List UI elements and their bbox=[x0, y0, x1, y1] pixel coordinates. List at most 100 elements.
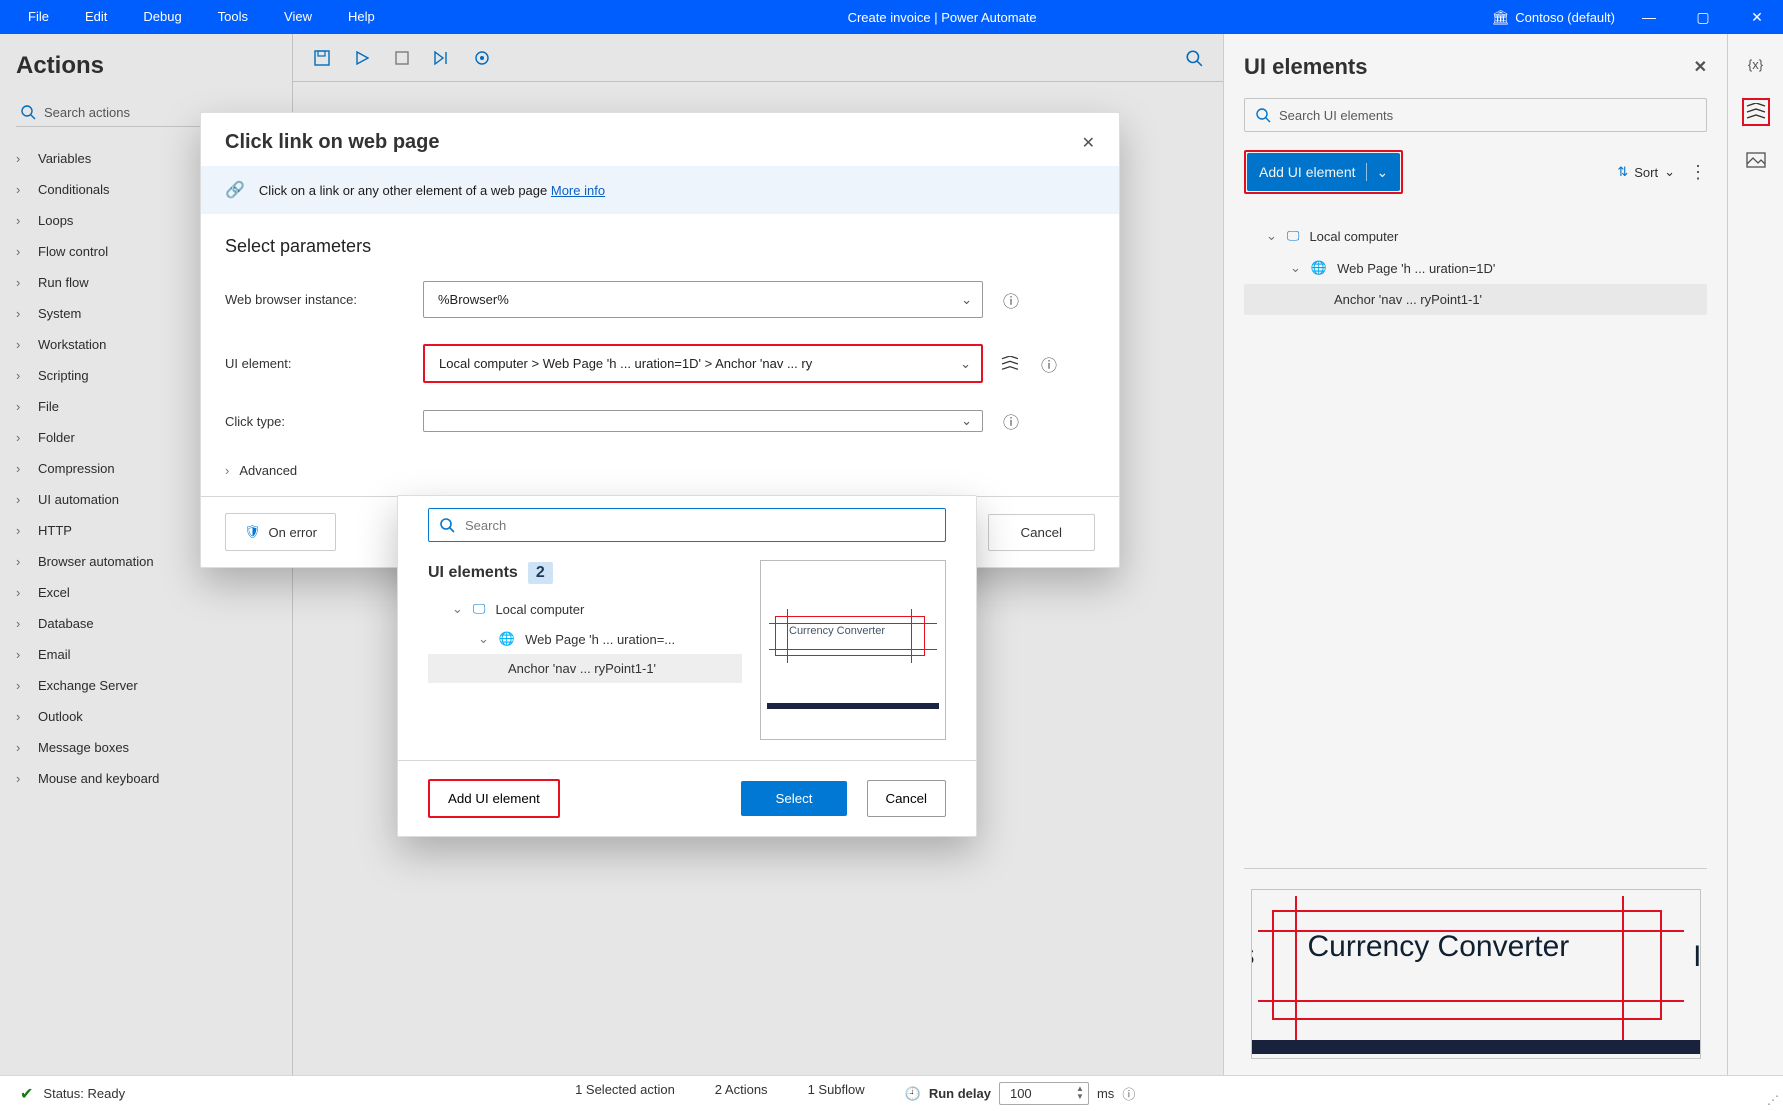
cat-exchange[interactable]: ›Exchange Server bbox=[16, 670, 276, 701]
chevron-right-icon: › bbox=[16, 585, 30, 600]
status-actions: 2 Actions bbox=[715, 1082, 768, 1105]
clock-icon: 🕘 bbox=[905, 1086, 921, 1102]
shield-icon: 🛡 bbox=[244, 524, 261, 540]
status-subflows: 1 Subflow bbox=[808, 1082, 865, 1105]
cat-database[interactable]: ›Database bbox=[16, 608, 276, 639]
ui-elements-tree: ⌄ 🖵 Local computer ⌄ 🌐 Web Page 'h ... u… bbox=[1244, 220, 1707, 315]
record-button[interactable] bbox=[471, 47, 493, 69]
chevron-down-icon: ⌄ bbox=[1290, 260, 1301, 276]
search-icon bbox=[20, 104, 36, 120]
globe-icon: 🌐 bbox=[499, 631, 515, 647]
chevron-right-icon: › bbox=[16, 213, 30, 228]
chevron-right-icon: › bbox=[16, 275, 30, 290]
chevron-right-icon: › bbox=[16, 771, 30, 786]
picker-select-button[interactable]: Select bbox=[741, 781, 846, 816]
info-icon[interactable]: ⓘ bbox=[1039, 352, 1059, 376]
highlight-add-ui-element: Add UI element ⌄ bbox=[1244, 150, 1403, 194]
on-error-button[interactable]: 🛡 On error bbox=[225, 513, 336, 551]
resize-grip-icon[interactable]: ⋰ bbox=[1767, 1093, 1779, 1107]
picker-preview-text: Currency Converter bbox=[789, 625, 885, 637]
cat-mousekb[interactable]: ›Mouse and keyboard bbox=[16, 763, 276, 794]
window-maximize[interactable]: ▢ bbox=[1683, 0, 1723, 34]
actions-search-placeholder: Search actions bbox=[44, 105, 130, 120]
picker-search-placeholder: Search bbox=[465, 518, 506, 533]
more-info-link[interactable]: More info bbox=[551, 183, 605, 198]
designer-toolbar bbox=[293, 34, 1223, 82]
chevron-right-icon: › bbox=[16, 461, 30, 476]
flow-search-button[interactable] bbox=[1183, 47, 1205, 69]
cat-excel[interactable]: ›Excel bbox=[16, 577, 276, 608]
chevron-right-icon: › bbox=[16, 492, 30, 507]
images-tab-icon[interactable] bbox=[1742, 146, 1770, 174]
cat-messageboxes[interactable]: ›Message boxes bbox=[16, 732, 276, 763]
picker-search[interactable]: Search bbox=[428, 508, 946, 542]
browser-instance-select[interactable]: %Browser% ⌄ bbox=[423, 281, 983, 318]
picker-count-badge: 2 bbox=[528, 562, 553, 584]
sort-icon: ⇅ bbox=[1617, 164, 1628, 180]
building-icon: 🏛 bbox=[1491, 9, 1509, 25]
spinner-arrows-icon[interactable]: ▲▼ bbox=[1076, 1085, 1084, 1101]
more-menu[interactable]: ⋮ bbox=[1689, 162, 1707, 183]
dialog-close-button[interactable]: ✕ bbox=[1082, 133, 1095, 153]
param-uielement-label: UI element: bbox=[225, 356, 405, 371]
chevron-down-icon: ⌄ bbox=[1266, 228, 1277, 244]
picker-tree-local[interactable]: ⌄ 🖵 Local computer bbox=[428, 594, 742, 624]
window-close[interactable]: ✕ bbox=[1737, 0, 1777, 34]
run-delay-unit: ms bbox=[1097, 1086, 1114, 1101]
menu-view[interactable]: View bbox=[266, 0, 330, 34]
param-browser-row: Web browser instance: %Browser% ⌄ ⓘ bbox=[225, 281, 1095, 318]
layers-icon[interactable] bbox=[1001, 356, 1021, 372]
dialog-info-banner: 🔗 Click on a link or any other element o… bbox=[201, 166, 1119, 214]
tree-row-page[interactable]: ⌄ 🌐 Web Page 'h ... uration=1D' bbox=[1244, 252, 1707, 284]
chevron-down-icon: ⌄ bbox=[961, 292, 972, 308]
sort-button[interactable]: ⇅ Sort ⌄ bbox=[1617, 164, 1675, 180]
status-text: Status: Ready bbox=[43, 1086, 125, 1101]
chevron-down-icon: ⌄ bbox=[1377, 164, 1389, 181]
stop-button[interactable] bbox=[391, 47, 413, 69]
menu-file[interactable]: File bbox=[10, 0, 67, 34]
run-next-button[interactable] bbox=[431, 47, 453, 69]
picker-tree-page[interactable]: ⌄ 🌐 Web Page 'h ... uration=... bbox=[428, 624, 742, 654]
menu-tools[interactable]: Tools bbox=[200, 0, 266, 34]
info-icon[interactable]: ⓘ bbox=[1001, 288, 1021, 312]
advanced-toggle[interactable]: › Advanced bbox=[225, 459, 1095, 496]
run-delay-input[interactable]: 100 ▲▼ bbox=[999, 1082, 1089, 1105]
run-button[interactable] bbox=[351, 47, 373, 69]
status-selected: 1 Selected action bbox=[575, 1082, 675, 1105]
menu-edit[interactable]: Edit bbox=[67, 0, 125, 34]
right-toolbar: {x} bbox=[1727, 34, 1783, 1075]
add-ui-element-button[interactable]: Add UI element ⌄ bbox=[1247, 153, 1400, 191]
cat-email[interactable]: ›Email bbox=[16, 639, 276, 670]
dialog-cancel-button[interactable]: Cancel bbox=[988, 514, 1096, 551]
chevron-right-icon: › bbox=[16, 430, 30, 445]
chevron-right-icon: › bbox=[225, 463, 229, 478]
menu-debug[interactable]: Debug bbox=[125, 0, 199, 34]
menu-help[interactable]: Help bbox=[330, 0, 393, 34]
cat-outlook[interactable]: ›Outlook bbox=[16, 701, 276, 732]
tree-row-anchor[interactable]: Anchor 'nav ... ryPoint1-1' bbox=[1244, 284, 1707, 315]
status-bar: ✔ Status: Ready 1 Selected action 2 Acti… bbox=[0, 1075, 1783, 1111]
picker-tree-anchor[interactable]: Anchor 'nav ... ryPoint1-1' bbox=[428, 654, 742, 683]
picker-cancel-button[interactable]: Cancel bbox=[867, 780, 947, 817]
ui-element-select[interactable]: Local computer > Web Page 'h ... uration… bbox=[423, 344, 983, 383]
info-icon[interactable]: ⓘ bbox=[1122, 1084, 1135, 1103]
menu-bar: File Edit Debug Tools View Help bbox=[0, 0, 393, 34]
ui-panel-close[interactable]: ✕ bbox=[1694, 57, 1707, 77]
tree-row-local[interactable]: ⌄ 🖵 Local computer bbox=[1244, 220, 1707, 252]
info-icon[interactable]: ⓘ bbox=[1001, 409, 1021, 433]
save-button[interactable] bbox=[311, 47, 333, 69]
picker-add-button[interactable]: Add UI element bbox=[428, 779, 560, 818]
variables-tab-icon[interactable]: {x} bbox=[1742, 50, 1770, 78]
ui-elements-tab-icon[interactable] bbox=[1742, 98, 1770, 126]
globe-icon: 🌐 bbox=[1311, 260, 1327, 276]
chevron-right-icon: › bbox=[16, 523, 30, 538]
search-icon bbox=[439, 517, 455, 533]
window-minimize[interactable]: — bbox=[1629, 0, 1669, 34]
param-clicktype-row: Click type: ⌄ ⓘ bbox=[225, 409, 1095, 433]
tenant-label[interactable]: 🏛Contoso (default) bbox=[1491, 9, 1615, 26]
search-icon bbox=[1255, 107, 1271, 123]
click-type-select[interactable]: ⌄ bbox=[423, 410, 983, 432]
ui-elements-search[interactable]: Search UI elements bbox=[1244, 98, 1707, 132]
picker-heading: UI elements bbox=[428, 564, 518, 582]
chevron-right-icon: › bbox=[16, 244, 30, 259]
